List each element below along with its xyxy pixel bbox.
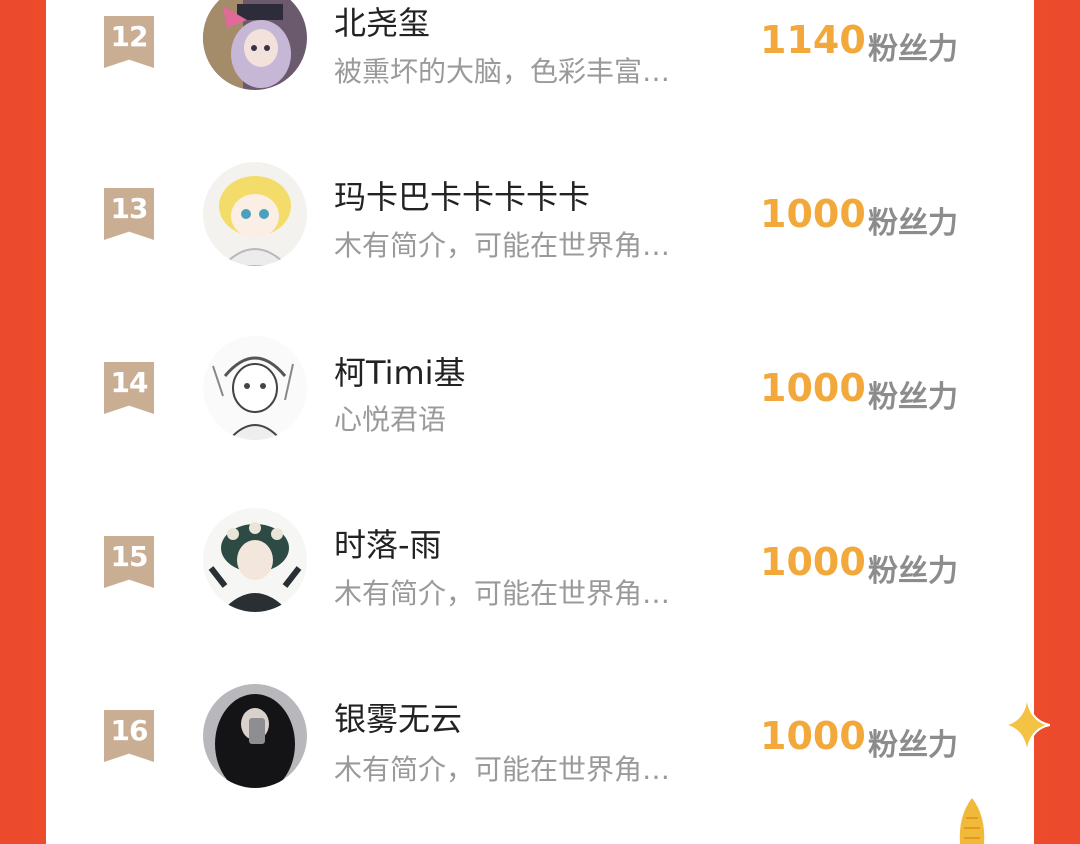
ranking-panel: 12 北尧玺 被熏坏的大脑，色彩丰富… 1140 粉丝力 13 玛卡巴卡卡卡卡卡… xyxy=(46,0,1034,844)
fan-power-score: 1000 xyxy=(760,714,866,758)
avatar[interactable] xyxy=(203,684,307,788)
gold-decoration-icon xyxy=(959,798,985,844)
ranking-row[interactable]: 16 银雾无云 木有简介，可能在世界角… 1000 粉丝力 xyxy=(46,656,1034,830)
user-bio: 被熏坏的大脑，色彩丰富… xyxy=(334,55,671,88)
fan-power-score: 1140 xyxy=(760,18,866,62)
user-bio: 木有简介，可能在世界角… xyxy=(334,753,671,786)
ranking-row[interactable]: 15 时落-雨 木有简介，可能在世界角… 1000 粉丝力 xyxy=(46,482,1034,656)
fan-power-unit: 粉丝力 xyxy=(868,380,958,415)
rank-badge: 15 xyxy=(104,536,154,588)
user-bio: 木有简介，可能在世界角… xyxy=(334,229,671,262)
rank-badge: 12 xyxy=(104,16,154,68)
rank-badge: 13 xyxy=(104,188,154,240)
avatar[interactable] xyxy=(203,0,307,90)
fan-power-score: 1000 xyxy=(760,366,866,410)
avatar[interactable] xyxy=(203,336,307,440)
ranking-row[interactable]: 12 北尧玺 被熏坏的大脑，色彩丰富… 1140 粉丝力 xyxy=(46,0,1034,134)
user-name[interactable]: 柯Timi基 xyxy=(334,348,466,394)
user-name[interactable]: 玛卡巴卡卡卡卡卡 xyxy=(334,172,590,218)
fan-power-unit: 粉丝力 xyxy=(868,32,958,67)
fan-power-unit: 粉丝力 xyxy=(868,206,958,241)
sparkle-icon xyxy=(1004,695,1050,755)
rank-badge: 14 xyxy=(104,362,154,414)
fan-power-score: 1000 xyxy=(760,192,866,236)
ranking-row[interactable]: 13 玛卡巴卡卡卡卡卡 木有简介，可能在世界角… 1000 粉丝力 xyxy=(46,134,1034,308)
avatar[interactable] xyxy=(203,508,307,612)
fan-power-score: 1000 xyxy=(760,540,866,584)
rank-badge: 16 xyxy=(104,710,154,762)
fan-power-unit: 粉丝力 xyxy=(868,728,958,763)
user-name[interactable]: 北尧玺 xyxy=(334,0,430,44)
user-bio: 木有简介，可能在世界角… xyxy=(334,577,671,610)
user-name[interactable]: 时落-雨 xyxy=(334,520,442,566)
ranking-row[interactable]: 14 柯Timi基 心悦君语 1000 粉丝力 xyxy=(46,308,1034,482)
avatar[interactable] xyxy=(203,162,307,266)
user-bio: 心悦君语 xyxy=(334,403,447,436)
fan-power-unit: 粉丝力 xyxy=(868,554,958,589)
user-name[interactable]: 银雾无云 xyxy=(334,694,462,740)
